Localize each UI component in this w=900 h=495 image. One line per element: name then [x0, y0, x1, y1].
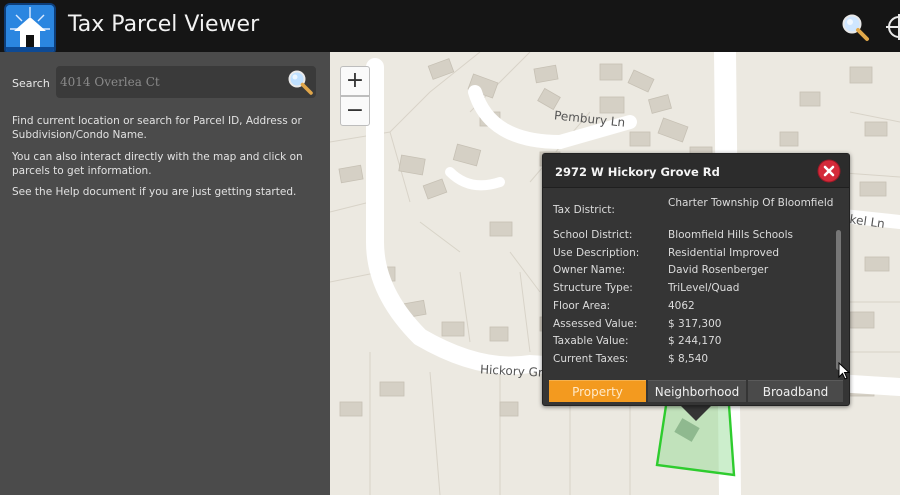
field-value: 4062	[668, 300, 695, 312]
zoom-in-button[interactable]: +	[340, 66, 370, 96]
field-value: $ 8,540	[668, 353, 709, 365]
help-text-document: See the Help document if you are just ge…	[12, 186, 297, 198]
close-button[interactable]	[817, 159, 841, 183]
search-input[interactable]	[60, 72, 282, 92]
popup-tabs: Property Neighborhood Broadband	[549, 380, 843, 402]
field-value: Bloomfield Hills Schools	[668, 229, 793, 241]
target-icon[interactable]	[886, 14, 900, 40]
field-value: $ 244,170	[668, 335, 722, 347]
popup-title: 2972 W Hickory Grove Rd	[555, 165, 720, 179]
tab-broadband[interactable]: Broadband	[748, 380, 843, 402]
tab-neighborhood[interactable]: Neighborhood	[648, 380, 746, 402]
field-label: Tax District:	[553, 204, 615, 216]
field-label: School District:	[553, 229, 633, 241]
magnifier-icon	[288, 70, 313, 95]
parcel-info-popup: 2972 W Hickory Grove Rd Tax District: Ch…	[542, 153, 850, 406]
zoom-out-button[interactable]: −	[340, 96, 370, 126]
field-label: Owner Name:	[553, 264, 626, 276]
search-label: Search	[12, 77, 50, 90]
field-label: Floor Area:	[553, 300, 611, 312]
field-tax-district: Tax District: Charter Township Of Bloomf…	[553, 197, 838, 225]
popup-pointer	[680, 405, 712, 421]
field-value: Residential Improved	[668, 247, 780, 259]
popup-header: 2972 W Hickory Grove Rd	[543, 154, 849, 188]
field-label: Assessed Value:	[553, 318, 638, 330]
tab-property[interactable]: Property	[549, 380, 646, 402]
field-label: Current Taxes:	[553, 353, 629, 365]
search-box	[56, 66, 316, 98]
field-label: Taxable Value:	[553, 335, 629, 347]
field-value: Charter Township Of Bloomfield	[668, 197, 834, 209]
sidebar: Search Find current location or search f…	[0, 52, 330, 495]
field-label: Structure Type:	[553, 282, 633, 294]
field-value: David Rosenberger	[668, 264, 769, 276]
popup-scrollbar[interactable]	[836, 230, 841, 370]
help-text-search: Find current location or search for Parc…	[12, 115, 302, 141]
magnifier-icon[interactable]	[840, 12, 870, 42]
app-title: Tax Parcel Viewer	[68, 12, 260, 37]
field-label: Use Description:	[553, 247, 640, 259]
mouse-pointer-icon	[838, 362, 850, 380]
house-compass-logo-icon	[4, 3, 56, 55]
search-button[interactable]	[286, 68, 314, 96]
help-text-map: You can also interact directly with the …	[12, 151, 303, 177]
field-value: TriLevel/Quad	[668, 282, 740, 294]
field-value: $ 317,300	[668, 318, 722, 330]
app-header: Tax Parcel Viewer	[0, 0, 900, 55]
tax-parcel-viewer-app: Tax Parcel Viewer Search 4014 Overlea Ct…	[0, 0, 900, 495]
close-icon	[817, 159, 841, 183]
